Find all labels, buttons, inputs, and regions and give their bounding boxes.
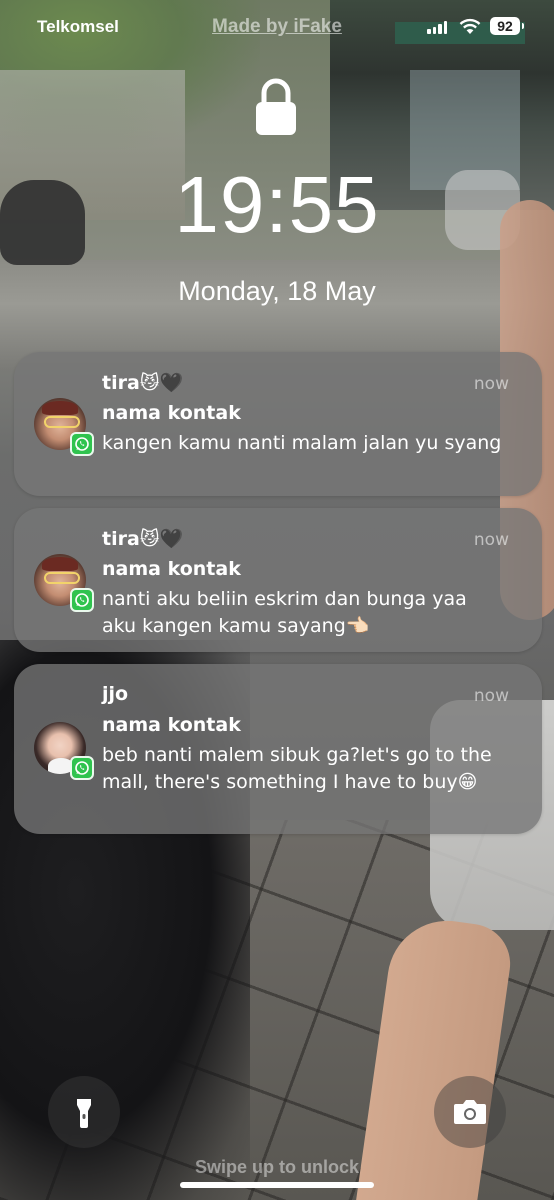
- lock-icon: [256, 78, 296, 135]
- camera-icon: [454, 1100, 486, 1124]
- flashlight-button[interactable]: [48, 1076, 120, 1148]
- home-indicator[interactable]: [180, 1182, 374, 1188]
- notification-card[interactable]: tira😼🖤 now nama kontak kangen kamu nanti…: [14, 352, 542, 496]
- flashlight-icon: [77, 1099, 91, 1128]
- camera-button[interactable]: [434, 1076, 506, 1148]
- notification-time: now: [473, 686, 509, 706]
- whatsapp-icon: [70, 432, 94, 456]
- notification-message: beb nanti malem sibuk ga?let's go to the…: [102, 744, 492, 793]
- notification-message: nanti aku beliin eskrim dan bunga yaa ak…: [102, 588, 467, 637]
- notification-title: nama kontak: [102, 558, 241, 580]
- whatsapp-icon: [70, 756, 94, 780]
- wifi-icon: [459, 18, 481, 34]
- notification-card[interactable]: tira😼🖤 now nama kontak nanti aku beliin …: [14, 508, 542, 652]
- notification-sender: jjo: [102, 683, 129, 705]
- signal-icon: [427, 21, 447, 34]
- notification-message: kangen kamu nanti malam jalan yu syang: [102, 432, 502, 454]
- notification-time: now: [473, 374, 509, 394]
- notification-time: now: [473, 530, 509, 550]
- whatsapp-icon: [70, 588, 94, 612]
- swipe-up-hint: Swipe up to unlock: [194, 1157, 359, 1177]
- notification-sender: tira😼🖤: [102, 528, 184, 550]
- notification-sender: tira😼🖤: [102, 372, 184, 394]
- battery-icon: 92: [490, 17, 524, 35]
- notification-title: nama kontak: [102, 714, 241, 736]
- status-bar: Telkomsel Made by iFake 92: [0, 0, 554, 54]
- lock-screen-date: Monday, 18 May: [178, 276, 376, 306]
- notification-title: nama kontak: [102, 402, 241, 424]
- notification-card[interactable]: jjo now nama kontak beb nanti malem sibu…: [14, 664, 542, 834]
- lock-screen-time: 19:55: [174, 160, 380, 249]
